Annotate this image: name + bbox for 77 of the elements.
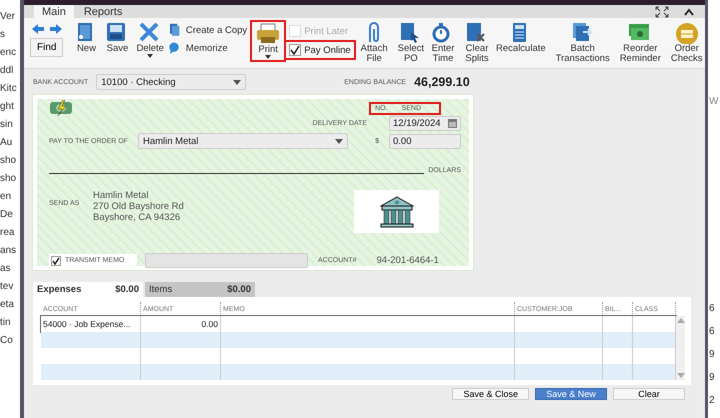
stacked-documents-icon <box>570 22 595 44</box>
ending-balance: 46,299.10 <box>414 75 470 89</box>
background-text: ddl <box>0 64 14 77</box>
background-text: W <box>708 95 720 108</box>
background-text: De <box>0 208 14 221</box>
toolbar-button[interactable]: New <box>71 21 102 55</box>
scroll-up-icon <box>676 318 684 323</box>
checkbox[interactable] <box>51 256 61 266</box>
action-button[interactable]: Clear <box>613 388 685 400</box>
tab[interactable]: Expenses $0.00 <box>33 282 143 297</box>
checkbox-label: Pay Online <box>304 44 351 56</box>
background-text: tev <box>0 280 14 293</box>
toolbar-button[interactable]: Create a Copy <box>168 23 248 38</box>
background-text: rea <box>0 226 16 239</box>
checkbox[interactable] <box>289 44 302 56</box>
background-text: 9 <box>708 348 716 361</box>
tab[interactable]: Main <box>34 5 74 18</box>
scroll-down-icon <box>676 373 684 378</box>
background-text: as <box>0 262 12 275</box>
tab[interactable]: Items $0.00 <box>145 282 255 297</box>
toolbar-button[interactable]: Memorize <box>168 41 248 56</box>
checkbox-label: Print Later <box>304 26 348 36</box>
background-text: eta <box>0 298 15 311</box>
background-text: 9 <box>708 371 716 384</box>
date-field[interactable]: 12/19/2024 <box>389 116 461 131</box>
printer-icon <box>256 23 280 45</box>
memo-field[interactable] <box>145 253 308 268</box>
address-line: Bayshore, CA 94326 <box>93 212 182 223</box>
toolbar-button[interactable]: Save <box>102 21 132 55</box>
background-text: sho <box>0 172 18 185</box>
checkmark-icon <box>52 256 60 264</box>
background-text: en <box>0 190 12 203</box>
background-text: ght <box>0 100 15 113</box>
background-text: Kitc <box>0 82 18 95</box>
background-text: ans <box>0 244 18 257</box>
toolbar-button[interactable]: Print <box>251 21 286 61</box>
account-number: 94-201-6464-1 <box>376 255 439 266</box>
toolbar-button[interactable]: Delete <box>133 21 167 59</box>
paperclip-icon <box>368 22 380 44</box>
background-text: 2 <box>708 394 716 407</box>
money-bolt-icon <box>49 100 73 116</box>
toolbar-button[interactable]: Reorder Reminder <box>616 21 664 65</box>
right-arrow-icon <box>50 24 62 34</box>
toolbar-button[interactable]: Attach File <box>358 21 391 65</box>
background-text: sin <box>0 118 14 131</box>
bank-building-icon <box>380 196 414 228</box>
background-text: tin <box>0 316 12 329</box>
toolbar-button[interactable]: Batch Transactions <box>552 21 613 65</box>
toolbar-button[interactable]: Order Checks <box>668 21 706 65</box>
scrollbar[interactable] <box>676 316 685 380</box>
background-text: 6 <box>708 325 716 338</box>
address-line: Hamlin Metal <box>93 190 150 201</box>
background-text: enc <box>0 46 18 59</box>
action-button[interactable]: Save & Close <box>452 388 529 400</box>
background-text: 6 <box>708 302 716 315</box>
background-text: Au <box>0 136 14 149</box>
action-button[interactable]: Save & New <box>535 388 607 400</box>
address-line: 270 Old Bayshore Rd <box>93 201 184 212</box>
caret-up-icon <box>683 6 695 16</box>
dropdown-caret-icon <box>334 138 343 144</box>
calendar-icon <box>448 119 457 128</box>
amount-field[interactable]: 0.00 <box>389 134 461 148</box>
toolbar-button[interactable]: Recalculate <box>493 21 549 55</box>
toolbar-button[interactable]: Enter Time <box>428 21 458 65</box>
left-arrow-icon <box>32 24 44 34</box>
bank-account-dropdown[interactable]: 10100 · Checking <box>96 74 246 90</box>
background-text: Ver <box>0 10 16 23</box>
find-button[interactable]: Find <box>30 38 64 57</box>
toolbar-button[interactable]: Clear Splits <box>462 21 492 65</box>
background-text: sho <box>0 154 18 167</box>
background-text: s <box>0 28 6 41</box>
background-text: Co <box>0 334 14 347</box>
dropdown-caret-icon <box>233 80 242 84</box>
payee-dropdown[interactable]: Hamlin Metal <box>138 133 348 149</box>
toolbar-button[interactable]: Select PO <box>394 21 428 65</box>
checkmark-icon <box>290 45 300 55</box>
expand-icon <box>655 6 669 18</box>
